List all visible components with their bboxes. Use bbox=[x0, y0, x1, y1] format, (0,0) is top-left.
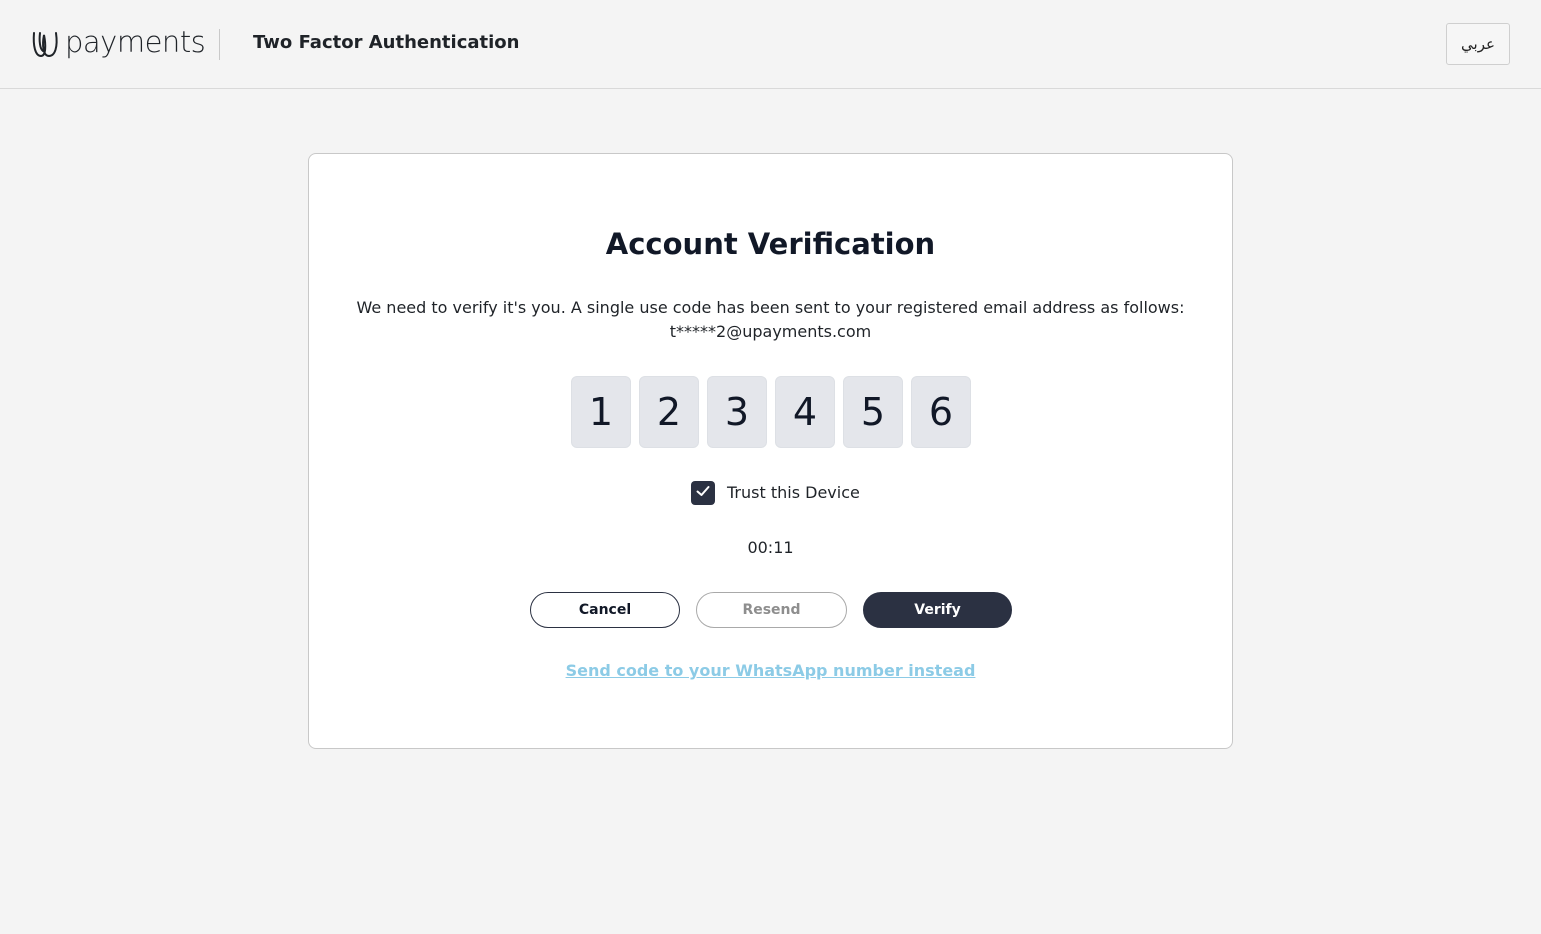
checkmark-icon bbox=[695, 483, 711, 503]
otp-digit-5[interactable]: 5 bbox=[843, 376, 903, 448]
masked-email: t*****2@upayments.com bbox=[669, 322, 872, 341]
otp-digit-1[interactable]: 1 bbox=[571, 376, 631, 448]
header: payments Two Factor Authentication عربي bbox=[0, 0, 1541, 89]
logo-text: payments bbox=[65, 25, 206, 59]
verification-description: We need to verify it's you. A single use… bbox=[349, 296, 1192, 344]
cancel-button[interactable]: Cancel bbox=[530, 592, 680, 628]
trust-device-row: Trust this Device bbox=[691, 480, 860, 506]
resend-button[interactable]: Resend bbox=[696, 592, 847, 628]
header-divider bbox=[219, 29, 220, 60]
trust-device-label: Trust this Device bbox=[727, 483, 860, 502]
otp-digit-2[interactable]: 2 bbox=[639, 376, 699, 448]
card-title: Account Verification bbox=[605, 227, 936, 261]
trust-device-checkbox[interactable] bbox=[691, 481, 715, 505]
otp-digit-4[interactable]: 4 bbox=[775, 376, 835, 448]
upayments-logo-icon bbox=[31, 29, 63, 59]
otp-digit-6[interactable]: 6 bbox=[911, 376, 971, 448]
verify-button[interactable]: Verify bbox=[863, 592, 1012, 628]
countdown-timer: 00:11 bbox=[747, 538, 794, 557]
otp-input-group: 1 2 3 4 5 6 bbox=[571, 376, 971, 448]
whatsapp-code-link[interactable]: Send code to your WhatsApp number instea… bbox=[309, 659, 1232, 683]
upayments-logo[interactable]: payments bbox=[31, 25, 206, 62]
description-text: We need to verify it's you. A single use… bbox=[356, 298, 1185, 317]
page-title: Two Factor Authentication bbox=[253, 32, 520, 53]
otp-digit-3[interactable]: 3 bbox=[707, 376, 767, 448]
verification-card: Account Verification We need to verify i… bbox=[308, 153, 1233, 749]
language-toggle-button[interactable]: عربي bbox=[1446, 23, 1510, 65]
